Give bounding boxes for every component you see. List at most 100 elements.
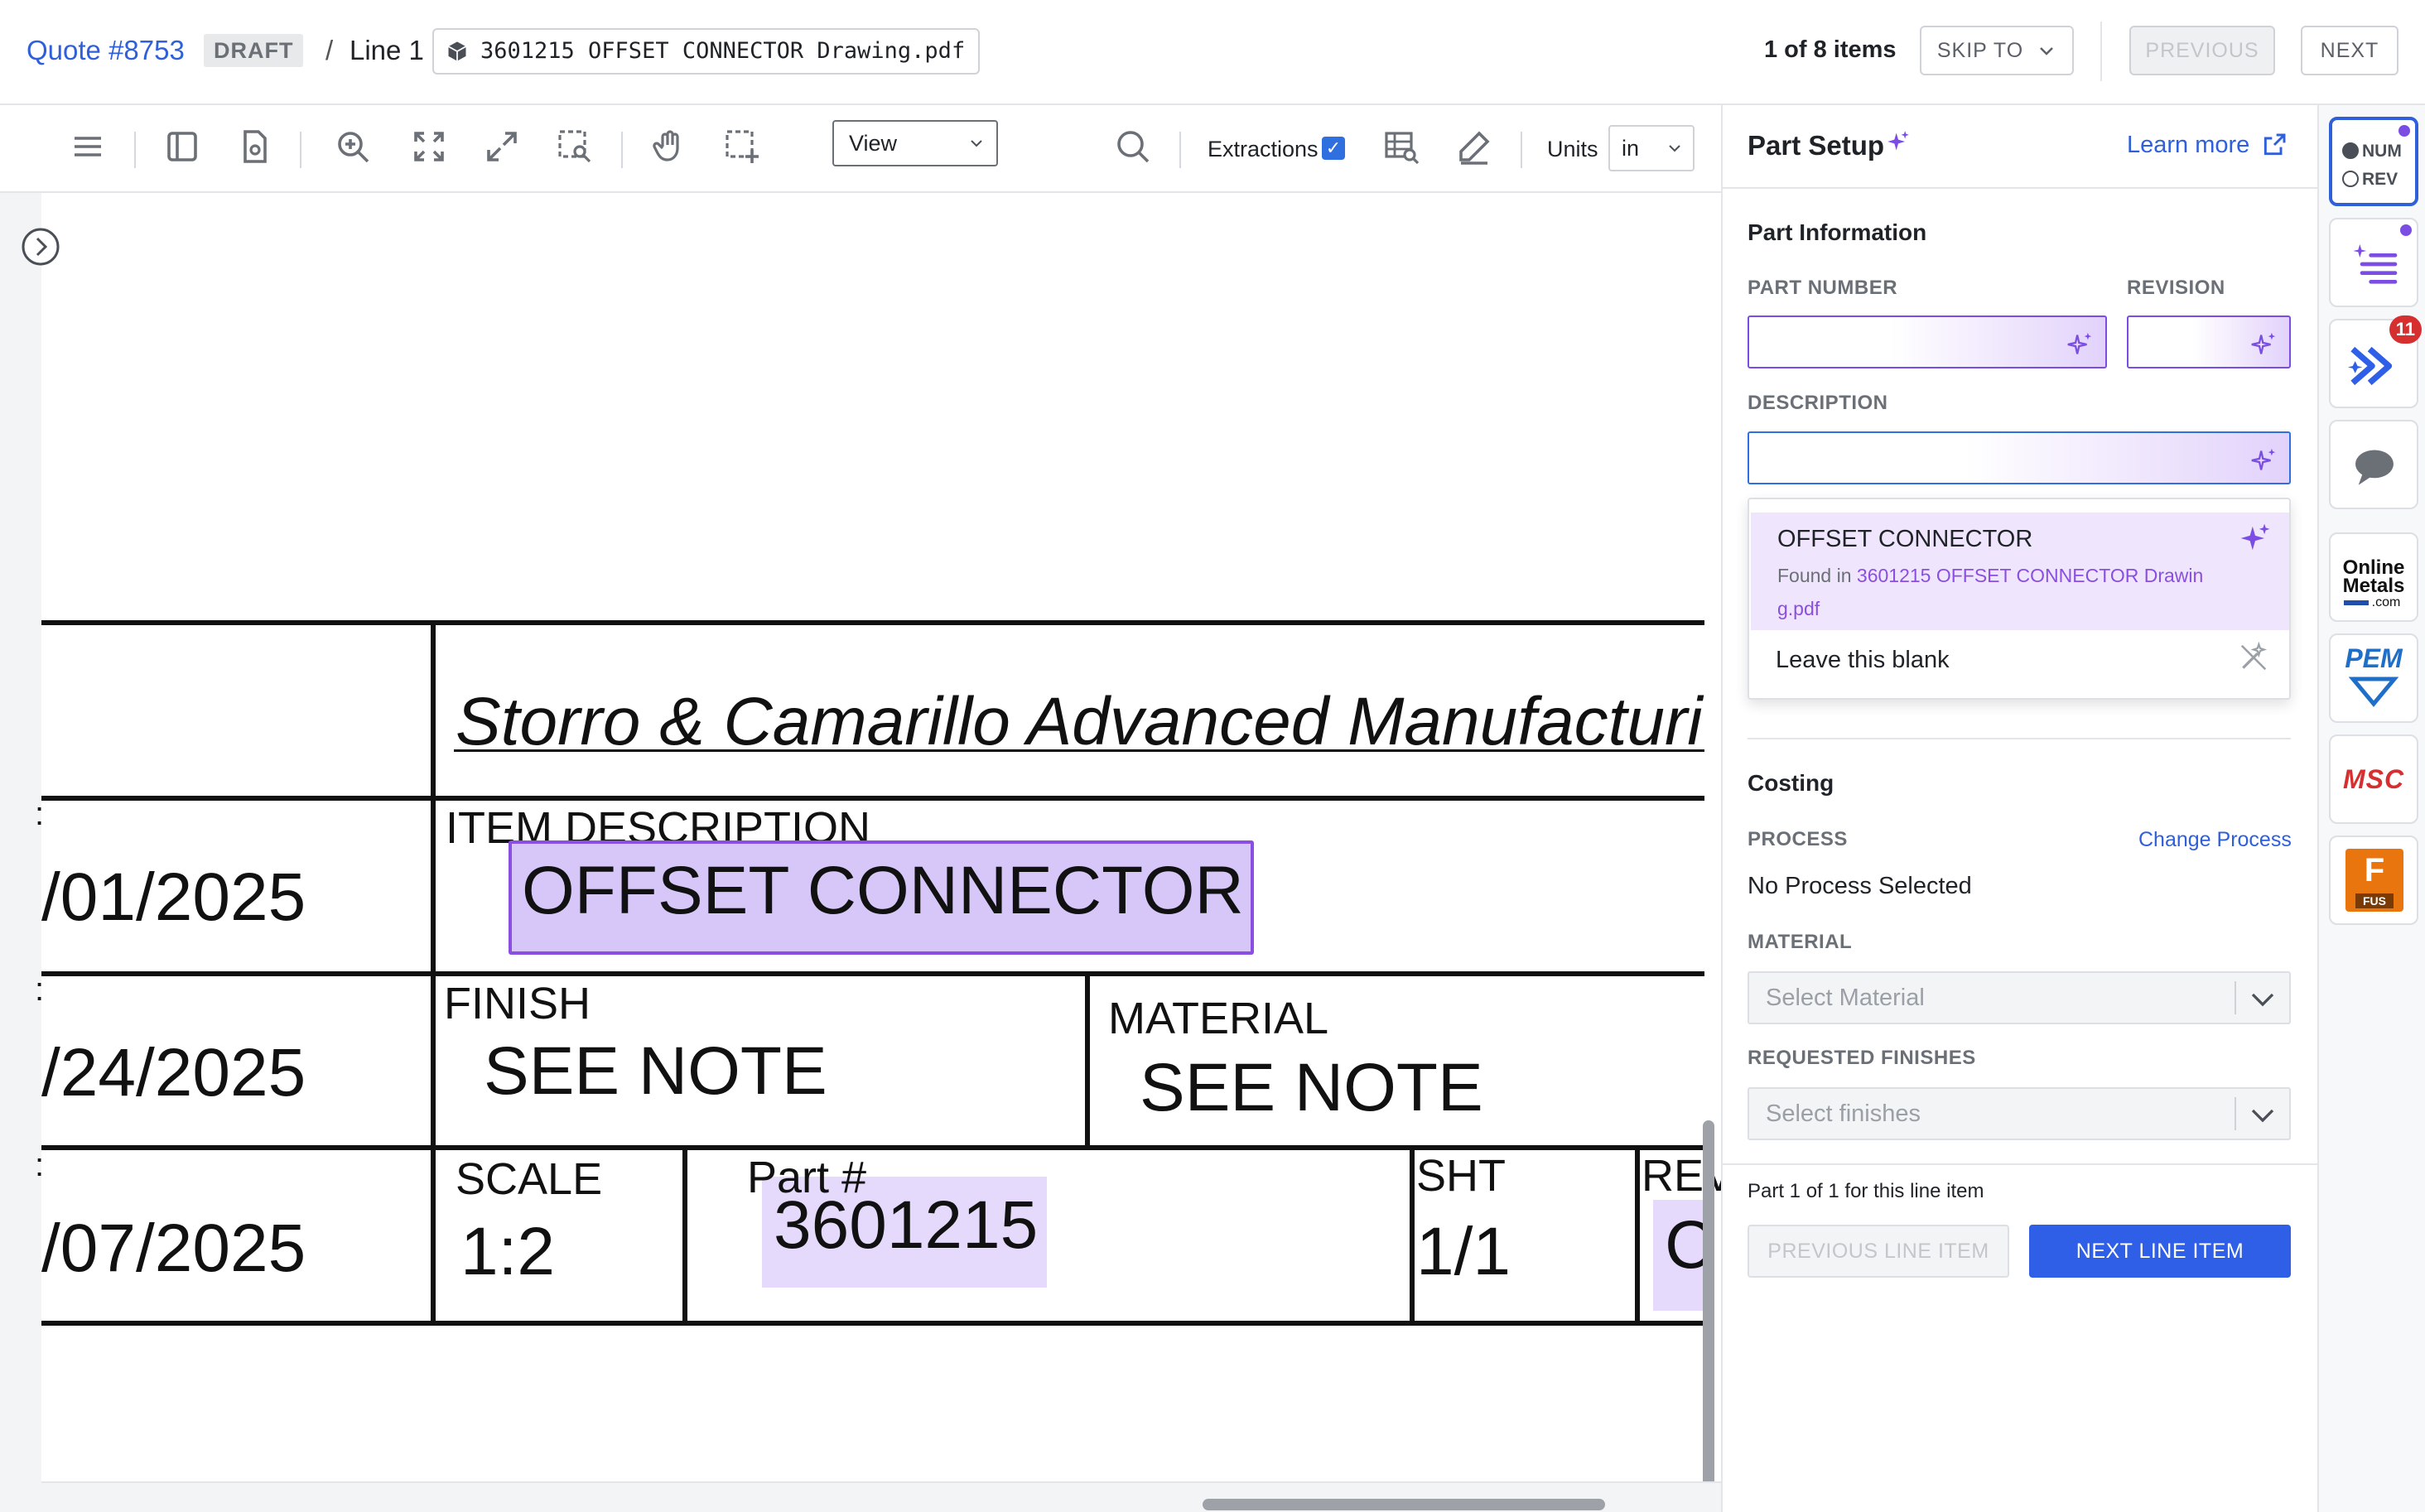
sparkle-icon[interactable] — [2249, 330, 2278, 359]
title-block-line — [41, 1321, 1704, 1326]
sparkle-lines-icon — [2353, 244, 2398, 284]
chevron-down-icon — [2040, 47, 2053, 55]
scale-value: 1:2 — [460, 1214, 555, 1289]
panel-divider-line — [1723, 187, 2317, 189]
vertical-scrollbar[interactable] — [1703, 1120, 1714, 1510]
file-name: 3601215 OFFSET CONNECTOR Drawing.pdf — [480, 38, 966, 64]
finish-value: SEE NOTE — [484, 1033, 827, 1109]
material-value: SEE NOTE — [1140, 1050, 1483, 1125]
title-block-line — [41, 620, 1704, 625]
skip-to-button[interactable]: SKIP TO — [1920, 26, 2074, 75]
pen-icon[interactable] — [1454, 127, 1494, 166]
title-block-line — [1635, 1145, 1640, 1326]
material-label: MATERIAL — [1108, 994, 1329, 1043]
notification-dot — [2398, 125, 2410, 137]
comments-button[interactable] — [2329, 420, 2418, 509]
fusion-button[interactable]: F FUS — [2329, 835, 2418, 925]
view-mode-select[interactable]: View — [832, 120, 998, 166]
sparkle-icon[interactable] — [2249, 446, 2278, 474]
change-process-link[interactable]: Change Process — [2138, 828, 2292, 852]
toolbar-divider — [621, 132, 623, 168]
view-mode-value: View — [849, 131, 898, 156]
title-block-line — [1085, 971, 1090, 1150]
items-count: 1 of 8 items — [1764, 36, 1897, 63]
title-block-line — [1410, 1145, 1415, 1326]
previous-button[interactable]: PREVIOUS — [2129, 26, 2275, 75]
sheet-value: 1/1 — [1416, 1214, 1511, 1289]
description-label: DESCRIPTION — [1748, 392, 1888, 414]
zoom-region-icon[interactable] — [555, 127, 595, 166]
select-region-icon[interactable] — [722, 127, 762, 166]
material-placeholder: Select Material — [1766, 985, 1925, 1011]
scale-label: SCALE — [456, 1154, 603, 1204]
part-information-title: Part Information — [1748, 219, 1927, 245]
next-line-item-button[interactable]: NEXT LINE ITEM — [2029, 1225, 2291, 1278]
expand-icon[interactable] — [482, 127, 522, 166]
hand-icon[interactable] — [649, 127, 689, 166]
automation-button[interactable]: 11 — [2329, 315, 2422, 408]
finish-label: FINISH — [444, 979, 591, 1028]
toolbar-divider — [134, 132, 136, 168]
sidebar-icon[interactable] — [162, 127, 202, 166]
fusion-logo: F FUS — [2345, 849, 2403, 912]
chat-bubble-icon — [2355, 450, 2394, 485]
material-label: MATERIAL — [1748, 931, 1853, 953]
rev-option: REV — [2342, 170, 2398, 190]
units-select[interactable]: in — [1608, 125, 1695, 171]
magic-wand-off-icon — [2240, 642, 2268, 671]
drawing-viewer[interactable]: Storro & Camarillo Advanced Manufacturi … — [0, 193, 1723, 1512]
quote-link[interactable]: Quote #8753 — [27, 35, 185, 66]
learn-more-link[interactable]: Learn more — [2127, 132, 2249, 159]
ai-extract-button[interactable] — [2329, 218, 2418, 307]
breadcrumb-separator: / — [325, 35, 334, 65]
breadcrumb-line[interactable]: Line 1 — [350, 35, 424, 66]
toolbar-divider — [1179, 132, 1181, 168]
chevron-down-icon — [971, 140, 982, 147]
pem-button[interactable]: PEM — [2329, 633, 2418, 723]
expand-sidebar-button[interactable] — [20, 226, 61, 267]
skip-to-label: SKIP TO — [1936, 39, 2024, 62]
file-settings-icon[interactable] — [235, 127, 275, 166]
extractions-checkbox[interactable]: ✓ — [1322, 137, 1345, 160]
title-block-line — [41, 971, 1704, 976]
file-chip[interactable]: 3601215 OFFSET CONNECTOR Drawing.pdf — [432, 28, 981, 75]
header-divider — [2100, 22, 2102, 81]
left-gutter — [0, 193, 41, 1512]
fit-page-icon[interactable] — [409, 127, 449, 166]
notification-dot — [2400, 224, 2412, 236]
previous-line-item-button[interactable]: PREVIOUS LINE ITEM — [1748, 1225, 2009, 1278]
external-link-icon[interactable] — [2261, 132, 2288, 158]
menu-icon[interactable] — [68, 127, 108, 166]
num-rev-button[interactable]: NUM REV — [2329, 117, 2418, 206]
panel-title: Part Setup — [1748, 130, 1885, 161]
sparkle-icon[interactable] — [2066, 330, 2094, 359]
next-button[interactable]: NEXT — [2301, 26, 2398, 75]
found-in-prefix: Found in — [1777, 565, 1857, 586]
sparkle-icon — [2240, 523, 2270, 551]
fusion-logo-label: FUS — [2355, 893, 2394, 908]
material-select[interactable]: Select Material — [1748, 971, 2291, 1024]
zoom-in-icon[interactable] — [333, 127, 373, 166]
title-block-line — [41, 796, 1704, 801]
process-value: No Process Selected — [1748, 873, 1972, 899]
description-input[interactable] — [1748, 431, 2291, 484]
table-search-icon[interactable] — [1381, 127, 1421, 166]
part-setup-panel: Part Setup Learn more Part Information P… — [1723, 105, 2317, 1512]
online-metals-button[interactable]: Online Metals .com — [2329, 532, 2418, 622]
leave-blank-option[interactable]: Leave this blank — [1776, 647, 1950, 674]
revision-input[interactable] — [2127, 315, 2291, 368]
finishes-select[interactable]: Select finishes — [1748, 1087, 2291, 1140]
colon-mark: : — [35, 1147, 45, 1183]
top-header: Quote #8753 DRAFT / Line 1 3601215 OFFSE… — [0, 0, 2425, 105]
part-number-input[interactable] — [1748, 315, 2107, 368]
chevron-down-icon — [1669, 145, 1680, 152]
title-block-line — [682, 1145, 687, 1326]
app-root: Quote #8753 DRAFT / Line 1 3601215 OFFSE… — [0, 0, 2425, 1512]
search-icon[interactable] — [1113, 127, 1153, 166]
toolbar-divider — [300, 132, 301, 168]
process-label: PROCESS — [1748, 828, 1848, 850]
horizontal-scrollbar[interactable] — [1203, 1499, 1605, 1510]
msc-button[interactable]: MSC — [2329, 734, 2418, 824]
finishes-placeholder: Select finishes — [1766, 1100, 1921, 1127]
suggestion-item[interactable]: OFFSET CONNECTOR Found in 3601215 OFFSET… — [1751, 513, 2289, 630]
